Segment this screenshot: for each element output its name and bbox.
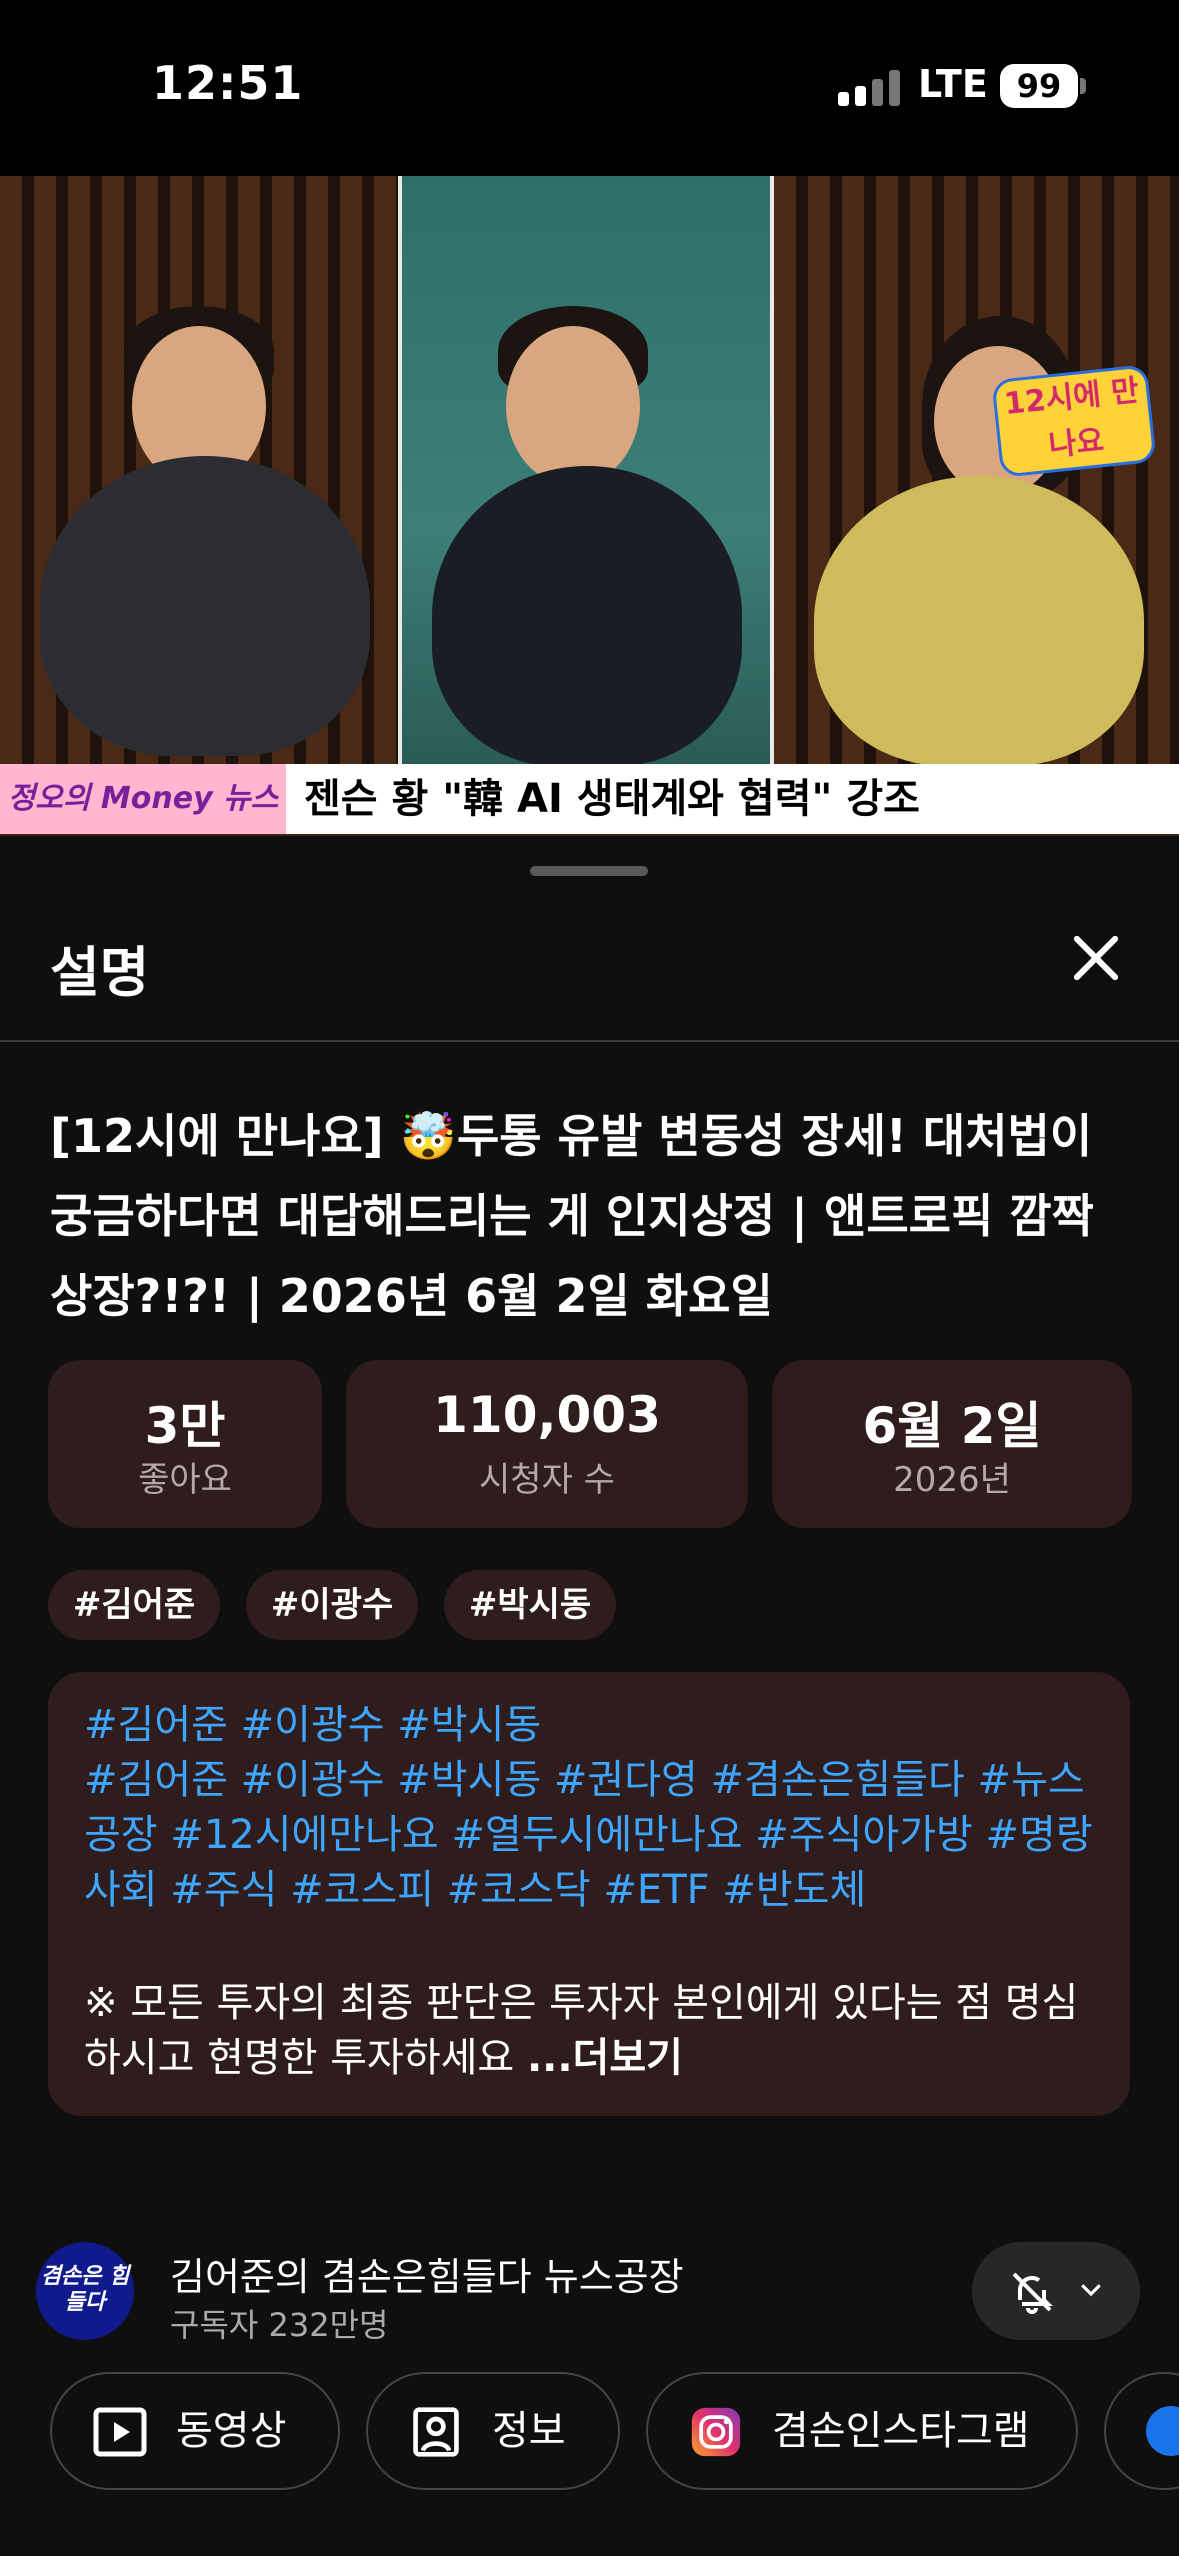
news-ticker: 정오의 Money 뉴스 젠슨 황 "韓 AI 생태계와 협력" 강조	[0, 764, 1179, 834]
about-label: 정보	[492, 2408, 566, 2454]
network-label: LTE	[918, 62, 988, 106]
hashtag-chip[interactable]: #이광수	[246, 1570, 418, 1640]
profile-icon	[413, 2407, 459, 2457]
channel-subscribers: 구독자 232만명	[170, 2306, 389, 2344]
views-value: 110,003	[433, 1386, 661, 1444]
video-panel-left	[0, 176, 398, 766]
instagram-label: 겸손인스타그램	[772, 2408, 1030, 2454]
video-icon	[93, 2407, 147, 2457]
sheet-divider	[0, 1040, 1179, 1042]
sheet-drag-handle[interactable]	[530, 866, 648, 876]
show-logo: 12시에 만나요	[991, 364, 1157, 478]
description-hashtags[interactable]: #김어준 #이광수 #박시동 #김어준 #이광수 #박시동 #권다영 #겸손은힘…	[84, 1698, 1104, 1918]
likes-value: 3만	[144, 1397, 226, 1455]
ticker-tag: 정오의 Money 뉴스	[0, 764, 286, 834]
description-note: ※ 모든 투자의 최종 판단은 투자자 본인에게 있다는 점 명심하시고 현명한…	[84, 1976, 1104, 2086]
video-title: [12시에 만나요] 🤯두통 유발 변동성 장세! 대처법이 궁금하다면 대답해…	[50, 1109, 1094, 1323]
link-icon	[1146, 2406, 1179, 2456]
description-sheet: 설명 [12시에 만나요] 🤯두통 유발 변동성 장세! 대처법이 궁금하다면 …	[0, 842, 1179, 2556]
notification-button[interactable]	[972, 2242, 1140, 2340]
sheet-title: 설명	[50, 941, 150, 1004]
chevron-down-icon	[1081, 2284, 1101, 2297]
hashtag-chip[interactable]: #박시동	[444, 1570, 616, 1640]
hashtags-line[interactable]: #김어준 #이광수 #박시동 #권다영 #겸손은힘들다 #뉴스공장 #12시에만…	[84, 1753, 1104, 1918]
likes-label: 좋아요	[138, 1460, 232, 1500]
instagram-link-button[interactable]: 겸손인스타그램	[646, 2372, 1078, 2490]
close-icon[interactable]	[1060, 922, 1132, 994]
instagram-icon	[691, 2407, 741, 2457]
views-stat: 110,003 시청자 수	[346, 1360, 748, 1528]
status-bar: 12:51 LTE 99	[0, 0, 1179, 176]
hashtag-chip[interactable]: #김어준	[48, 1570, 220, 1640]
video-panel-middle	[402, 176, 770, 766]
battery-nub	[1080, 78, 1086, 94]
date-year: 2026년	[893, 1460, 1011, 1500]
status-time: 12:51	[152, 56, 304, 110]
signal-icon	[838, 70, 900, 106]
videos-button[interactable]: 동영상	[50, 2372, 340, 2490]
ticker-text: 젠슨 황 "韓 AI 생태계와 협력" 강조	[304, 776, 920, 822]
date-value: 6월 2일	[862, 1397, 1042, 1455]
battery-icon: 99	[1000, 64, 1078, 108]
views-label: 시청자 수	[479, 1460, 615, 1500]
likes-stat: 3만 좋아요	[48, 1360, 322, 1528]
video-panel-right	[774, 176, 1179, 766]
date-stat: 6월 2일 2026년	[772, 1360, 1132, 1528]
videos-label: 동영상	[176, 2408, 287, 2454]
video-player[interactable]: 12시에 만나요 정오의 Money 뉴스 젠슨 황 "韓 AI 생태계와 협력…	[0, 176, 1179, 836]
description-box[interactable]: #김어준 #이광수 #박시동 #김어준 #이광수 #박시동 #권다영 #겸손은힘…	[48, 1672, 1130, 2116]
hashtags-line[interactable]: #김어준 #이광수 #박시동	[84, 1698, 1104, 1753]
bell-off-icon	[1012, 2272, 1053, 2314]
channel-name[interactable]: 김어준의 겸손은힘들다 뉴스공장	[170, 2246, 684, 2301]
about-button[interactable]: 정보	[366, 2372, 620, 2490]
show-more-link[interactable]: ...더보기	[527, 2035, 683, 2081]
next-link-button[interactable]	[1104, 2372, 1179, 2490]
channel-avatar[interactable]: 겸손은 힘들다	[36, 2242, 134, 2340]
